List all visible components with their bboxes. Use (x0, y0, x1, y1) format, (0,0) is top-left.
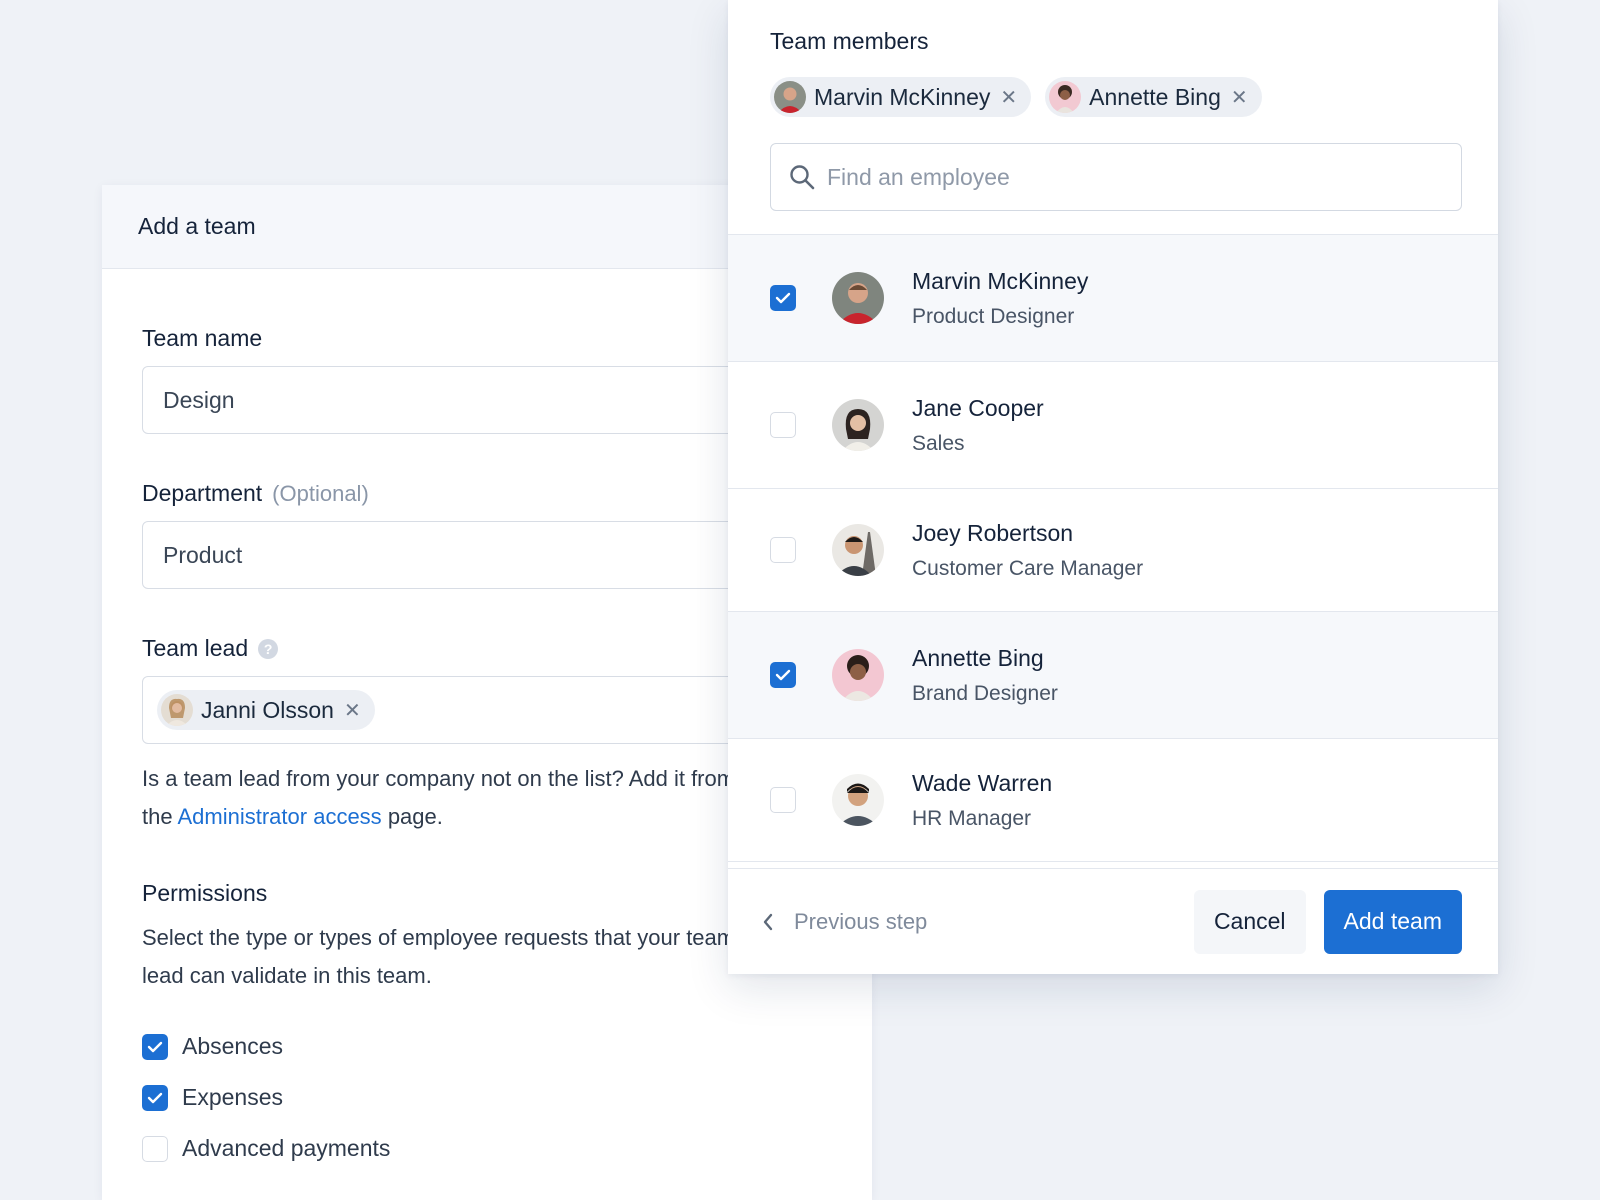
chevron-left-icon (763, 913, 773, 930)
employee-role: Product Designer (912, 304, 1075, 328)
optional-hint: (Optional) (272, 480, 369, 506)
permissions-list: Absences Expenses Advanced payments (142, 1033, 832, 1162)
previous-step-button[interactable]: Previous step (762, 909, 927, 935)
check-icon (775, 292, 791, 304)
permission-expenses[interactable]: Expenses (142, 1084, 832, 1111)
employee-row[interactable]: Wade Warren HR Manager (728, 739, 1498, 862)
avatar (832, 649, 884, 701)
employee-name: Annette Bing (912, 644, 1044, 671)
expenses-checkbox[interactable] (142, 1084, 168, 1111)
permission-absences[interactable]: Absences (142, 1033, 832, 1060)
employee-name: Marvin McKinney (912, 267, 1089, 294)
employee-role: HR Manager (912, 806, 1032, 830)
employee-row[interactable]: Annette Bing Brand Designer (728, 612, 1498, 739)
employee-role: Sales (912, 431, 965, 455)
cancel-button[interactable]: Cancel (1193, 889, 1306, 954)
avatar (832, 399, 884, 451)
member-chip: Marvin McKinney ✕ (770, 77, 1032, 117)
employee-role: Customer Care Manager (912, 556, 1144, 580)
employee-checkbox[interactable] (770, 662, 796, 688)
permissions-description: Select the type or types of employee req… (142, 925, 736, 988)
selected-members: Marvin McKinney ✕ Annette Bing ✕ (770, 77, 1458, 117)
avatar (774, 81, 806, 113)
check-icon (775, 669, 791, 681)
employee-row[interactable]: Marvin McKinney Product Designer (728, 235, 1498, 362)
member-chip: Annette Bing ✕ (1045, 77, 1262, 117)
permission-advanced-payments[interactable]: Advanced payments (142, 1135, 832, 1162)
employee-list: Marvin McKinney Product Designer Jane Co… (728, 235, 1498, 862)
close-icon[interactable]: ✕ (1000, 85, 1017, 110)
absences-checkbox[interactable] (142, 1033, 168, 1060)
avatar (832, 524, 884, 576)
employee-search-input[interactable]: Find an employee (770, 143, 1462, 211)
close-icon[interactable]: ✕ (1231, 85, 1248, 110)
team-members-title: Team members (770, 28, 929, 54)
panel-footer: Previous step Cancel Add team (728, 868, 1498, 974)
employee-name: Joey Robertson (912, 519, 1074, 546)
employee-checkbox[interactable] (770, 787, 796, 813)
avatar (1049, 81, 1082, 113)
team-members-panel: Team members Marvin McKinney ✕ Annette B… (728, 0, 1498, 974)
search-icon (790, 165, 815, 190)
close-icon[interactable]: ✕ (344, 698, 361, 723)
help-icon[interactable]: ? (258, 638, 279, 659)
advanced-payments-checkbox[interactable] (142, 1135, 168, 1162)
employee-checkbox[interactable] (770, 412, 796, 438)
employee-checkbox[interactable] (770, 285, 796, 311)
check-icon (147, 1092, 163, 1103)
add-team-title: Add a team (138, 213, 256, 239)
employee-name: Wade Warren (912, 769, 1053, 796)
avatar (832, 774, 884, 826)
add-team-button[interactable]: Add team (1323, 889, 1462, 954)
team-members-header: Team members Marvin McKinney ✕ Annette B… (728, 0, 1498, 235)
administrator-access-link[interactable]: Administrator access (178, 804, 382, 829)
avatar (832, 272, 884, 324)
employee-role: Brand Designer (912, 681, 1058, 705)
team-lead-helper: Is a team lead from your company not on … (142, 766, 736, 829)
employee-row[interactable]: Joey Robertson Customer Care Manager (728, 489, 1498, 612)
avatar (161, 694, 193, 726)
employee-row[interactable]: Jane Cooper Sales (728, 362, 1498, 489)
employee-name: Jane Cooper (912, 394, 1044, 421)
team-lead-chip: Janni Olsson ✕ (157, 690, 375, 730)
check-icon (147, 1041, 163, 1052)
employee-checkbox[interactable] (770, 537, 796, 563)
